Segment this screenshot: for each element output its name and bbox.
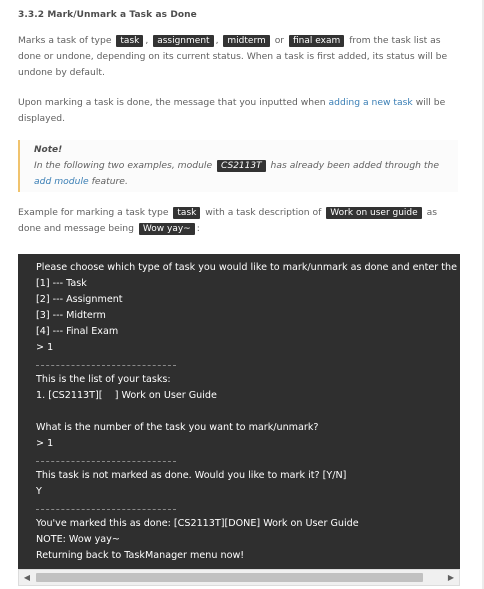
- terminal-line: This is the list of your tasks:: [36, 374, 171, 385]
- terminal-line: What is the number of the task you want …: [36, 422, 319, 433]
- intro-text-1: Marks a task of type: [18, 35, 112, 46]
- note-box: Note! In the following two examples, mod…: [18, 140, 458, 192]
- add-module-link[interactable]: add module: [34, 176, 89, 187]
- intro-paragraph: Marks a task of type task, assignment, m…: [18, 33, 458, 81]
- section-title: 3.3.2 Mark/Unmark a Task as Done: [18, 10, 197, 20]
- horizontal-scrollbar[interactable]: ◀ ▶: [18, 569, 460, 586]
- intro-sep-2: ,: [215, 35, 219, 46]
- example-text-2: with a task description of: [205, 207, 322, 218]
- terminal-line: 1. [CS2113T][ ] Work on User Guide: [36, 390, 217, 401]
- triangle-right-icon[interactable]: ▶: [443, 570, 459, 585]
- adding-task-link[interactable]: adding a new task: [329, 97, 413, 108]
- intro-sep-1: ,: [145, 35, 149, 46]
- terminal-separator: [36, 356, 460, 372]
- terminal-line: Y: [36, 486, 42, 497]
- terminal-line: This task is not marked as done. Would y…: [36, 470, 347, 481]
- terminal-separator: [36, 500, 460, 516]
- code-message: Wow yay~: [138, 223, 195, 235]
- intro-or: or: [274, 35, 285, 46]
- terminal-separator: [36, 452, 460, 468]
- note-text-2: has already been added through the: [270, 160, 440, 171]
- terminal-line: [4] --- Final Exam: [36, 326, 119, 337]
- example-text-1: Example for marking a task type: [18, 207, 169, 218]
- scrollbar-thumb[interactable]: [36, 573, 423, 582]
- example-paragraph: Example for marking a task type task wit…: [18, 205, 458, 237]
- note-text-1: In the following two examples, module: [34, 160, 213, 171]
- terminal-output: Please choose which type of task you wou…: [18, 254, 460, 586]
- terminal-line: Returning back to TaskManager menu now!: [36, 550, 245, 561]
- code-midterm: midterm: [223, 35, 270, 47]
- code-task-type: task: [173, 207, 201, 219]
- example-text-4: :: [196, 223, 200, 234]
- terminal-line: > 1: [36, 342, 54, 353]
- code-final-exam: final exam: [289, 35, 345, 47]
- page: 3.3.2 Mark/Unmark a Task as Done Marks a…: [0, 0, 484, 589]
- terminal-line: [1] --- Task: [36, 278, 87, 289]
- terminal-line: [2] --- Assignment: [36, 294, 123, 305]
- terminal-line: Please choose which type of task you wou…: [36, 262, 460, 273]
- code-task: task: [116, 35, 144, 47]
- terminal-line: You've marked this as done: [CS2113T][DO…: [36, 518, 359, 529]
- message-paragraph: Upon marking a task is done, the message…: [18, 95, 458, 127]
- terminal-line: [3] --- Midterm: [36, 310, 106, 321]
- code-description: Work on user guide: [326, 207, 422, 219]
- terminal-lines: Please choose which type of task you wou…: [36, 260, 460, 564]
- note-title: Note!: [34, 145, 63, 155]
- code-module: CS2113T: [217, 160, 266, 172]
- note-text-3: feature.: [91, 176, 128, 187]
- message-text-1: Upon marking a task is done, the message…: [18, 97, 326, 108]
- terminal-line: NOTE: Wow yay~: [36, 534, 120, 545]
- code-assignment: assignment: [153, 35, 214, 47]
- terminal-line: > 1: [36, 438, 54, 449]
- triangle-left-icon[interactable]: ◀: [19, 570, 35, 585]
- note-body: In the following two examples, module CS…: [34, 158, 458, 190]
